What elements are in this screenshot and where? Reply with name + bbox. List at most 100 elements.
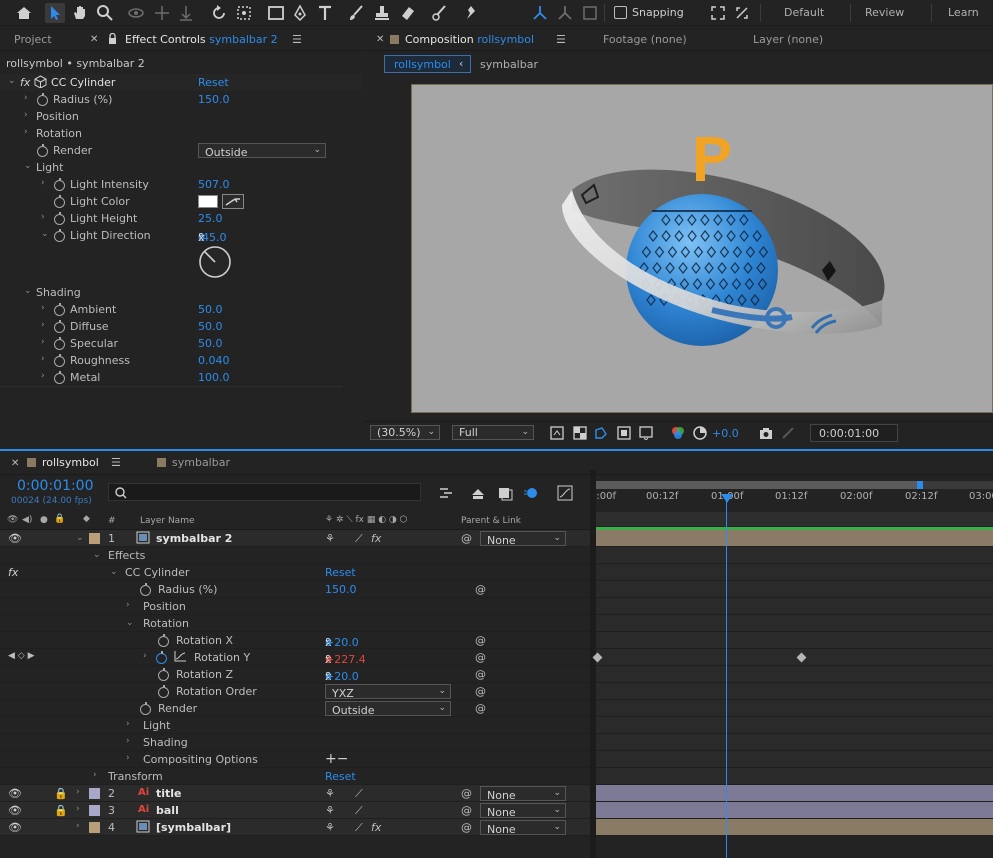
eye-icon[interactable]: 👁 — [8, 532, 22, 545]
snapping-checkbox[interactable] — [614, 6, 627, 19]
zoom-dropdown[interactable]: (30.5%) ⌄ — [370, 425, 440, 440]
tab-project[interactable]: Project — [14, 33, 52, 46]
stopwatch-icon[interactable] — [140, 702, 151, 715]
time-navigator[interactable] — [596, 512, 993, 526]
chevron-down-icon[interactable]: ⌄ — [41, 229, 49, 239]
viewer-timecode[interactable]: 0:00:01:00 — [810, 424, 898, 442]
chevron-right-icon[interactable]: › — [126, 600, 130, 610]
parent-dropdown[interactable]: None ⌄ — [480, 786, 566, 802]
home-icon[interactable] — [14, 3, 34, 23]
layer-name[interactable]: [symbalbar] — [156, 821, 231, 834]
chevron-down-icon[interactable]: ⌄ — [24, 161, 32, 171]
comp-mini-flowchart-icon[interactable] — [438, 485, 454, 501]
fx-icon[interactable]: fx — [8, 566, 18, 579]
pickwhip-icon[interactable]: @ — [461, 804, 472, 817]
local-axis-icon[interactable] — [530, 3, 550, 23]
label-tag-icon[interactable]: ◆ — [83, 514, 90, 524]
close-icon[interactable]: ✕ — [11, 458, 19, 469]
layer-row[interactable]: 👁 🔒 › 3 Ai ball ⚘ ⟋ @ None ⌄ — [0, 802, 590, 819]
eye-icon[interactable]: 👁 — [7, 515, 18, 525]
chevron-right-icon[interactable]: › — [76, 821, 80, 831]
ambient-value[interactable]: 50.0 — [198, 303, 223, 316]
chevron-right-icon[interactable]: › — [76, 804, 80, 814]
tab-symbalbar[interactable]: symbalbar — [157, 456, 230, 469]
fx-icon[interactable]: fx — [371, 821, 381, 834]
quality-icon[interactable]: ⟋ — [355, 804, 363, 818]
pickwhip-icon[interactable]: @ — [475, 583, 486, 596]
layer-color-label[interactable] — [89, 788, 100, 799]
lock-icon[interactable] — [108, 33, 117, 44]
workspace-default[interactable]: Default — [784, 6, 824, 19]
close-icon[interactable]: ✕ — [90, 34, 98, 45]
eye-icon[interactable]: 👁 — [8, 804, 22, 817]
radius-value[interactable]: 150.0 — [198, 93, 230, 106]
snapshot-icon[interactable] — [759, 426, 773, 440]
stopwatch-icon[interactable] — [54, 229, 65, 242]
stopwatch-active-icon[interactable] — [156, 651, 167, 664]
tl-transform-reset[interactable]: Reset — [325, 770, 356, 783]
exposure-reset-icon[interactable] — [693, 426, 707, 440]
comp-nav-current[interactable]: rollsymbol ‹ — [384, 55, 471, 73]
eyedropper-icon[interactable] — [222, 194, 244, 209]
eraser-tool-icon[interactable] — [398, 3, 418, 23]
layer-name[interactable]: title — [156, 787, 182, 800]
layer-name[interactable]: symbalbar 2 — [156, 532, 232, 545]
quality-icon[interactable]: ⟋ — [355, 821, 363, 835]
layer-name[interactable]: ball — [156, 804, 179, 817]
pan-camera-icon[interactable] — [152, 3, 172, 23]
chevron-right-icon[interactable]: › — [41, 212, 45, 222]
stopwatch-icon[interactable] — [54, 178, 65, 191]
layer-color-label[interactable] — [89, 822, 100, 833]
chevron-down-icon[interactable]: ⌄ — [126, 618, 134, 628]
layer-row[interactable]: 👁 › 4 [symbalbar] ⚘ ⟋ fx @ None ⌄ — [0, 819, 590, 836]
dolly-camera-icon[interactable] — [176, 3, 196, 23]
workspace-learn[interactable]: Learn — [948, 6, 979, 19]
roto-brush-icon[interactable] — [430, 3, 450, 23]
fx-icon[interactable]: fx — [371, 532, 381, 545]
fast-previews-icon[interactable] — [550, 426, 564, 440]
light-intensity-value[interactable]: 507.0 — [198, 178, 230, 191]
chevron-down-icon[interactable]: ⌄ — [76, 533, 84, 543]
close-icon[interactable]: ✕ — [376, 34, 384, 45]
graph-editor-icon[interactable] — [557, 485, 573, 501]
panel-menu-icon[interactable]: ☰ — [556, 33, 566, 46]
workspace-review[interactable]: Review — [865, 6, 904, 19]
parent-dropdown[interactable]: None ⌄ — [480, 820, 566, 836]
transparency-grid-icon[interactable] — [573, 426, 587, 440]
snap-feather-icon[interactable] — [732, 3, 752, 23]
tab-effect-controls[interactable]: Effect Controls symbalbar 2 — [108, 33, 278, 46]
hand-tool-icon[interactable] — [70, 3, 90, 23]
render-dropdown[interactable]: Outside ⌄ — [198, 143, 326, 159]
frame-blending-icon[interactable] — [497, 485, 513, 501]
stopwatch-icon[interactable] — [37, 144, 48, 157]
clone-stamp-icon[interactable] — [372, 3, 392, 23]
stopwatch-icon[interactable] — [37, 93, 48, 106]
view-axis-icon[interactable] — [580, 3, 600, 23]
chevron-right-icon[interactable]: › — [24, 110, 28, 120]
stopwatch-icon[interactable] — [54, 337, 65, 350]
chevron-right-icon[interactable]: › — [41, 354, 45, 364]
pickwhip-icon[interactable]: @ — [475, 634, 486, 647]
tab-composition[interactable]: Composition rollsymbol — [390, 33, 534, 46]
zoom-tool-icon[interactable] — [95, 3, 115, 23]
stopwatch-icon[interactable] — [158, 668, 169, 681]
layer-row[interactable]: 👁 🔒 › 2 Ai title ⚘ ⟋ @ None ⌄ — [0, 785, 590, 802]
show-snapshot-icon[interactable] — [781, 426, 795, 440]
pickwhip-icon[interactable]: @ — [461, 532, 472, 545]
stopwatch-icon[interactable] — [54, 320, 65, 333]
stopwatch-icon[interactable] — [158, 685, 169, 698]
lock-column-icon[interactable]: 🔒 — [54, 514, 65, 524]
timeline-search-input[interactable] — [108, 483, 421, 501]
layer-bar[interactable] — [596, 530, 993, 547]
tl-effect-reset[interactable]: Reset — [325, 566, 356, 579]
work-area-end-handle[interactable] — [917, 481, 923, 489]
parent-dropdown[interactable]: None ⌄ — [480, 531, 566, 547]
chevron-down-icon[interactable]: ⌄ — [93, 550, 101, 560]
audio-icon[interactable]: ◀) — [22, 515, 32, 525]
add-remove-icon[interactable]: +− — [325, 751, 348, 767]
type-tool-icon[interactable] — [315, 3, 335, 23]
pickwhip-icon[interactable]: @ — [461, 787, 472, 800]
draft-3d-icon[interactable] — [470, 485, 486, 501]
chevron-right-icon[interactable]: › — [41, 178, 45, 188]
tl-render-dropdown[interactable]: Outside ⌄ — [325, 701, 451, 717]
